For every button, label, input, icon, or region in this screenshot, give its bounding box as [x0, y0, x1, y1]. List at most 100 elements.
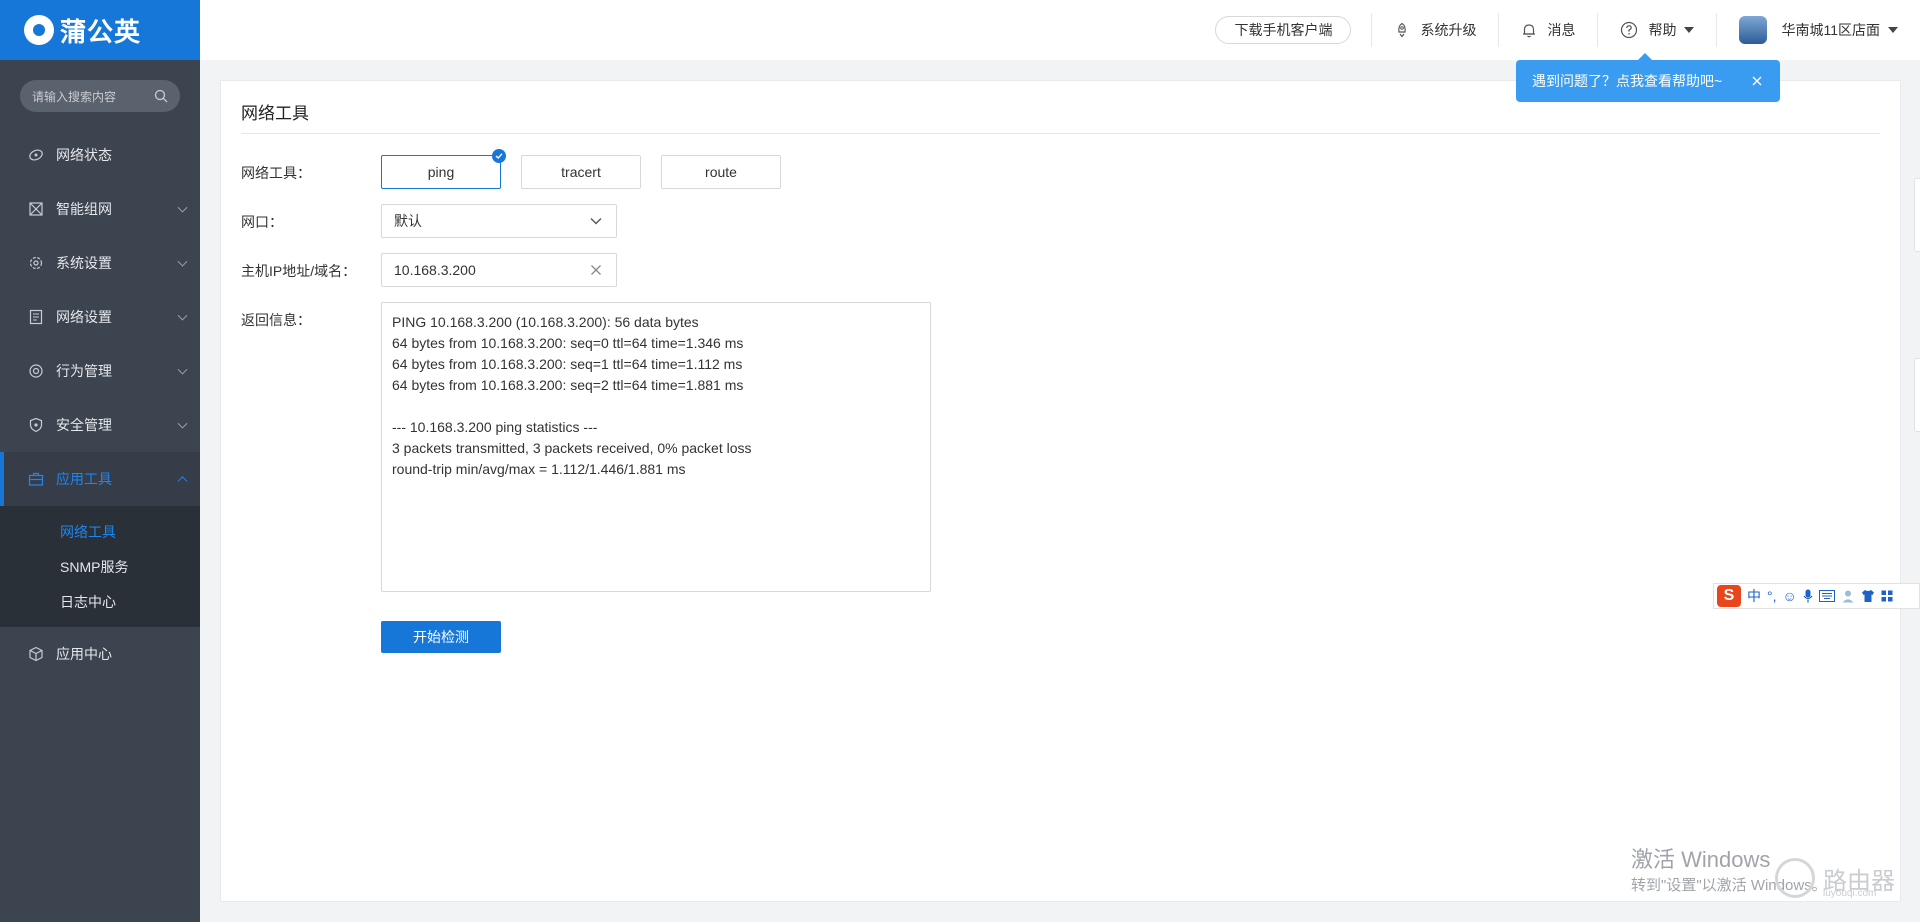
- chevron-down-icon: [177, 364, 188, 375]
- ime-mode[interactable]: 中: [1747, 586, 1761, 606]
- sidebar-item-network-status[interactable]: 网络状态: [0, 128, 200, 182]
- result-textarea[interactable]: PING 10.168.3.200 (10.168.3.200): 56 dat…: [381, 302, 931, 592]
- sidebar-subitem-log-center[interactable]: 日志中心: [0, 584, 200, 619]
- messages-button[interactable]: 消息: [1499, 20, 1597, 40]
- close-icon[interactable]: [1752, 76, 1762, 86]
- watermark-logo-icon: [1775, 858, 1815, 898]
- skin-icon[interactable]: [1861, 589, 1875, 603]
- toolbox-grid-icon[interactable]: [1881, 590, 1893, 602]
- sogou-logo-icon: S: [1717, 585, 1741, 607]
- result-label: 返回信息：: [241, 312, 311, 328]
- system-upgrade-label: 系统升级: [1420, 22, 1477, 38]
- network-status-icon: [28, 147, 44, 163]
- tool-ping-button[interactable]: ping: [381, 149, 506, 189]
- sidebar-item-app-center[interactable]: 应用中心: [0, 627, 200, 681]
- shield-icon: [28, 417, 44, 433]
- result-line: 3 packets transmitted, 3 packets receive…: [392, 440, 752, 456]
- help-tooltip[interactable]: 遇到问题了？点我查看帮助吧~: [1516, 53, 1780, 102]
- messages-label: 消息: [1547, 22, 1576, 38]
- result-line: 64 bytes from 10.168.3.200: seq=0 ttl=64…: [392, 335, 744, 351]
- search-input[interactable]: 请输入搜索内容: [20, 80, 180, 112]
- system-upgrade-button[interactable]: 系统升级: [1372, 20, 1498, 40]
- port-select[interactable]: 默认: [381, 204, 617, 238]
- page-title: 网络工具: [241, 104, 309, 123]
- chevron-down-icon: [177, 310, 188, 321]
- behavior-icon: [28, 363, 44, 379]
- avatar: [1739, 16, 1768, 44]
- site-watermark: 路由器 luyouqi.com: [1775, 858, 1895, 899]
- port-value: 默认: [394, 213, 422, 229]
- tool-ping-label: ping: [427, 164, 455, 180]
- tool-tracert-button[interactable]: tracert: [521, 155, 641, 189]
- caret-down-icon: [1684, 27, 1695, 33]
- punctuation-icon[interactable]: °,: [1767, 588, 1777, 604]
- user-menu[interactable]: 华南城11区店面: [1717, 16, 1898, 44]
- result-line: round-trip min/avg/max = 1.112/1.446/1.8…: [392, 461, 686, 477]
- tool-route-label: route: [705, 164, 737, 180]
- chevron-down-icon: [177, 202, 188, 213]
- sidebar-item-behavior-management[interactable]: 行为管理: [0, 344, 200, 398]
- clear-icon[interactable]: [590, 264, 602, 276]
- check-icon: [492, 149, 506, 163]
- emoji-icon[interactable]: ☺: [1783, 588, 1797, 604]
- windows-activation-title: 激活 Windows: [1631, 847, 1771, 872]
- sidebar-item-label: 应用工具: [56, 471, 112, 487]
- result-line: [392, 396, 920, 417]
- start-check-button[interactable]: 开始检测: [381, 621, 501, 653]
- app-tools-submenu: 网络工具 SNMP服务 日志中心: [0, 506, 200, 627]
- help-label: 帮助: [1648, 22, 1677, 38]
- sidebar-item-smart-networking[interactable]: 智能组网: [0, 182, 200, 236]
- smart-networking-icon: [28, 201, 44, 217]
- host-ip-input[interactable]: 10.168.3.200: [381, 253, 617, 287]
- sidebar-item-label: 网络设置: [56, 309, 112, 325]
- cube-icon: [28, 646, 44, 662]
- rocket-icon: [1398, 22, 1407, 38]
- user-icon[interactable]: [1841, 589, 1855, 603]
- sidebar-item-system-settings[interactable]: 系统设置: [0, 236, 200, 290]
- sidebar-item-label: 智能组网: [56, 201, 112, 217]
- sidebar-item-label: 应用中心: [56, 646, 112, 662]
- store-name: 华南城11区店面: [1781, 22, 1880, 38]
- network-settings-icon: [28, 309, 44, 325]
- logo-icon: [24, 15, 54, 45]
- sidebar-subitem-snmp[interactable]: SNMP服务: [0, 549, 200, 584]
- help-dropdown[interactable]: 帮助: [1598, 20, 1716, 40]
- tooltip-text: 遇到问题了？点我查看帮助吧~: [1532, 73, 1723, 89]
- brand-name: 蒲公英: [60, 16, 142, 47]
- toolbox-icon: [28, 471, 44, 487]
- result-line: --- 10.168.3.200 ping statistics ---: [392, 419, 598, 435]
- tool-label: 网络工具：: [241, 165, 311, 181]
- chevron-up-icon: [177, 476, 188, 487]
- keyboard-icon[interactable]: [1818, 590, 1835, 602]
- watermark-url: luyouqi.com: [1823, 888, 1877, 899]
- network-tools-panel: 网络工具 网络工具： ping tracert route 网口： 默认 主机I…: [220, 80, 1901, 902]
- bell-icon: [1523, 24, 1536, 38]
- logo[interactable]: 蒲公英: [0, 0, 200, 60]
- top-header: 下载手机客户端 系统升级 消息 帮助 华南城11区店面: [200, 0, 1920, 60]
- host-label: 主机IP地址/域名：: [241, 263, 357, 279]
- sidebar-subitem-network-tools[interactable]: 网络工具: [0, 514, 200, 549]
- port-label: 网口：: [241, 214, 283, 230]
- chevron-down-icon: [177, 418, 188, 429]
- result-line: 64 bytes from 10.168.3.200: seq=1 ttl=64…: [392, 356, 743, 372]
- sidebar-item-label: 网络状态: [56, 147, 112, 163]
- tool-tracert-label: tracert: [561, 164, 601, 180]
- side-float-tab[interactable]: [1914, 178, 1920, 252]
- download-app-button[interactable]: 下载手机客户端: [1215, 16, 1352, 44]
- chevron-down-icon: [590, 218, 602, 225]
- sidebar-nav: 网络状态 智能组网 系统设置 网络设置 行为管理 安全管理 应用工具: [0, 128, 200, 506]
- sidebar-item-security-management[interactable]: 安全管理: [0, 398, 200, 452]
- tool-route-button[interactable]: route: [661, 155, 781, 189]
- host-ip-value: 10.168.3.200: [394, 262, 476, 278]
- sidebar-item-label: 系统设置: [56, 255, 112, 271]
- result-line: 64 bytes from 10.168.3.200: seq=2 ttl=64…: [392, 377, 744, 393]
- result-line: PING 10.168.3.200 (10.168.3.200): 56 dat…: [392, 314, 699, 330]
- sidebar-item-label: 行为管理: [56, 363, 112, 379]
- question-icon: [1621, 21, 1638, 39]
- gear-icon: [28, 255, 44, 271]
- side-float-tab[interactable]: [1914, 358, 1920, 432]
- sidebar-item-network-settings[interactable]: 网络设置: [0, 290, 200, 344]
- ime-toolbar[interactable]: S 中 °, ☺: [1713, 583, 1920, 609]
- microphone-icon[interactable]: [1803, 589, 1813, 603]
- sidebar-item-app-tools[interactable]: 应用工具: [0, 452, 200, 506]
